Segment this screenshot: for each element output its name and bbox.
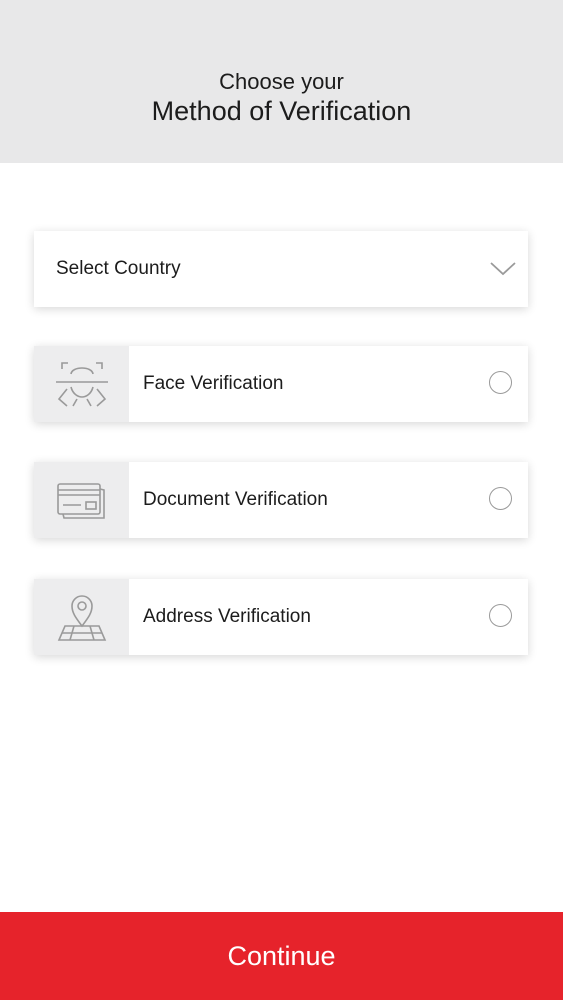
continue-button-label: Continue [227, 941, 336, 971]
map-pin-icon [57, 595, 107, 641]
option-icon-cell [34, 462, 129, 538]
option-label: Document Verification [143, 489, 328, 510]
option-label: Address Verification [143, 606, 311, 627]
radio-button[interactable] [489, 604, 512, 627]
page-title: Method of Verification [151, 96, 412, 126]
radio-button[interactable] [489, 371, 512, 394]
option-document-verification[interactable]: Document Verification [34, 462, 528, 538]
country-select-dropdown[interactable]: Select Country [34, 231, 528, 307]
id-card-icon [57, 483, 105, 519]
header-subtitle: Choose your [219, 69, 344, 94]
header: Choose your Method of Verification [0, 0, 563, 163]
option-icon-cell [34, 346, 129, 422]
radio-button[interactable] [489, 487, 512, 510]
chevron-down-icon [490, 262, 516, 276]
continue-button[interactable]: Continue [0, 912, 563, 1000]
option-label: Face Verification [143, 373, 284, 394]
face-scan-icon [56, 362, 108, 407]
verification-screen: Choose your Method of Verification Selec… [0, 0, 563, 1000]
option-icon-cell [34, 579, 129, 655]
country-select-label: Select Country [56, 258, 181, 279]
option-face-verification[interactable]: Face Verification [34, 346, 528, 422]
option-address-verification[interactable]: Address Verification [34, 579, 528, 655]
